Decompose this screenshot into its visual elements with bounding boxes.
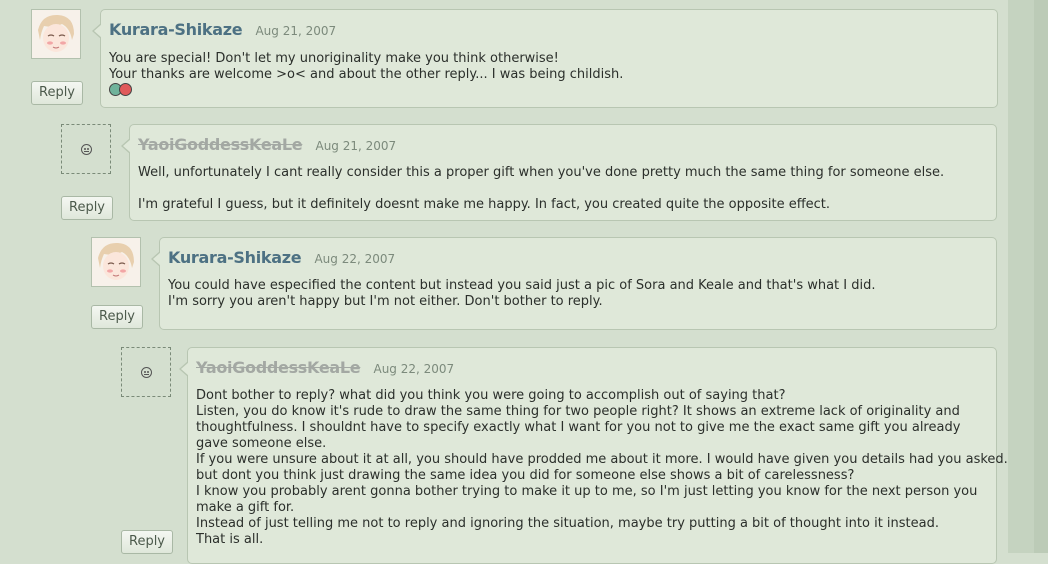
comment-date: Aug 22, 2007 xyxy=(373,362,455,376)
emoticon-icon xyxy=(109,83,132,96)
comment-text: I'm grateful I guess, but it definitely … xyxy=(138,197,831,212)
comment-bubble: YaoiGoddessKeaLe Aug 22, 2007 Dont bothe… xyxy=(179,347,1008,564)
comment-body: Dont bother to reply? what did you think… xyxy=(196,388,1008,548)
smiley-icon xyxy=(140,366,152,378)
comment-body: Well, unfortunately I cant really consid… xyxy=(138,165,988,213)
comment-text: If you were unsure about it at all, you … xyxy=(196,452,1008,467)
comment-header: YaoiGoddessKeaLe Aug 22, 2007 xyxy=(196,358,454,377)
author-link[interactable]: Kurara-Shikaze xyxy=(109,20,243,39)
comment-text: Listen, you do know it's rude to draw th… xyxy=(196,404,961,451)
author-link[interactable]: YaoiGoddessKeaLe xyxy=(138,135,303,154)
comment-text: I know you probably arent gonna bother t… xyxy=(196,484,978,515)
avatar-kurara[interactable] xyxy=(31,9,81,59)
comment-text: but dont you think just drawing the same… xyxy=(196,468,855,483)
comment-header: Kurara-Shikaze Aug 22, 2007 xyxy=(168,248,395,267)
comment-text: I'm sorry you aren't happy but I'm not e… xyxy=(168,294,603,309)
reply-button[interactable]: Reply xyxy=(91,305,144,329)
avatar-deleted[interactable] xyxy=(61,124,111,174)
reply-button[interactable]: Reply xyxy=(61,196,114,220)
page-side-strip-outer xyxy=(1034,0,1048,553)
comment-text: Your thanks are welcome >o< and about th… xyxy=(109,67,624,82)
comment-header: Kurara-Shikaze Aug 21, 2007 xyxy=(109,20,336,39)
reply-button[interactable]: Reply xyxy=(121,530,174,554)
avatar-deleted[interactable] xyxy=(121,347,171,397)
comment-text: That is all. xyxy=(196,532,264,547)
comment-text: Dont bother to reply? what did you think… xyxy=(196,388,786,403)
comment-text: You could have especified the content bu… xyxy=(168,278,876,293)
comment-bubble: Kurara-Shikaze Aug 22, 2007 You could ha… xyxy=(151,237,997,330)
comment-text: Well, unfortunately I cant really consid… xyxy=(138,165,945,180)
author-link[interactable]: Kurara-Shikaze xyxy=(168,248,302,267)
comment-bubble: Kurara-Shikaze Aug 21, 2007 You are spec… xyxy=(92,9,998,108)
comment-date: Aug 22, 2007 xyxy=(314,252,396,266)
comment-body: You are special! Don't let my unoriginal… xyxy=(109,51,989,101)
comment-bubble: YaoiGoddessKeaLe Aug 21, 2007 Well, unfo… xyxy=(121,124,997,221)
avatar-kurara[interactable] xyxy=(91,237,141,287)
comment-date: Aug 21, 2007 xyxy=(255,24,337,38)
comment-text: You are special! Don't let my unoriginal… xyxy=(109,51,559,66)
comment-date: Aug 21, 2007 xyxy=(315,139,397,153)
reply-button[interactable]: Reply xyxy=(31,81,84,105)
comment-body: You could have especified the content bu… xyxy=(168,278,988,310)
comment-header: YaoiGoddessKeaLe Aug 21, 2007 xyxy=(138,135,396,154)
comment-text: Instead of just telling me not to reply … xyxy=(196,516,939,531)
page-side-strip xyxy=(1008,0,1034,553)
red-face-icon xyxy=(119,83,132,96)
smiley-icon xyxy=(80,143,92,155)
author-link[interactable]: YaoiGoddessKeaLe xyxy=(196,358,361,377)
